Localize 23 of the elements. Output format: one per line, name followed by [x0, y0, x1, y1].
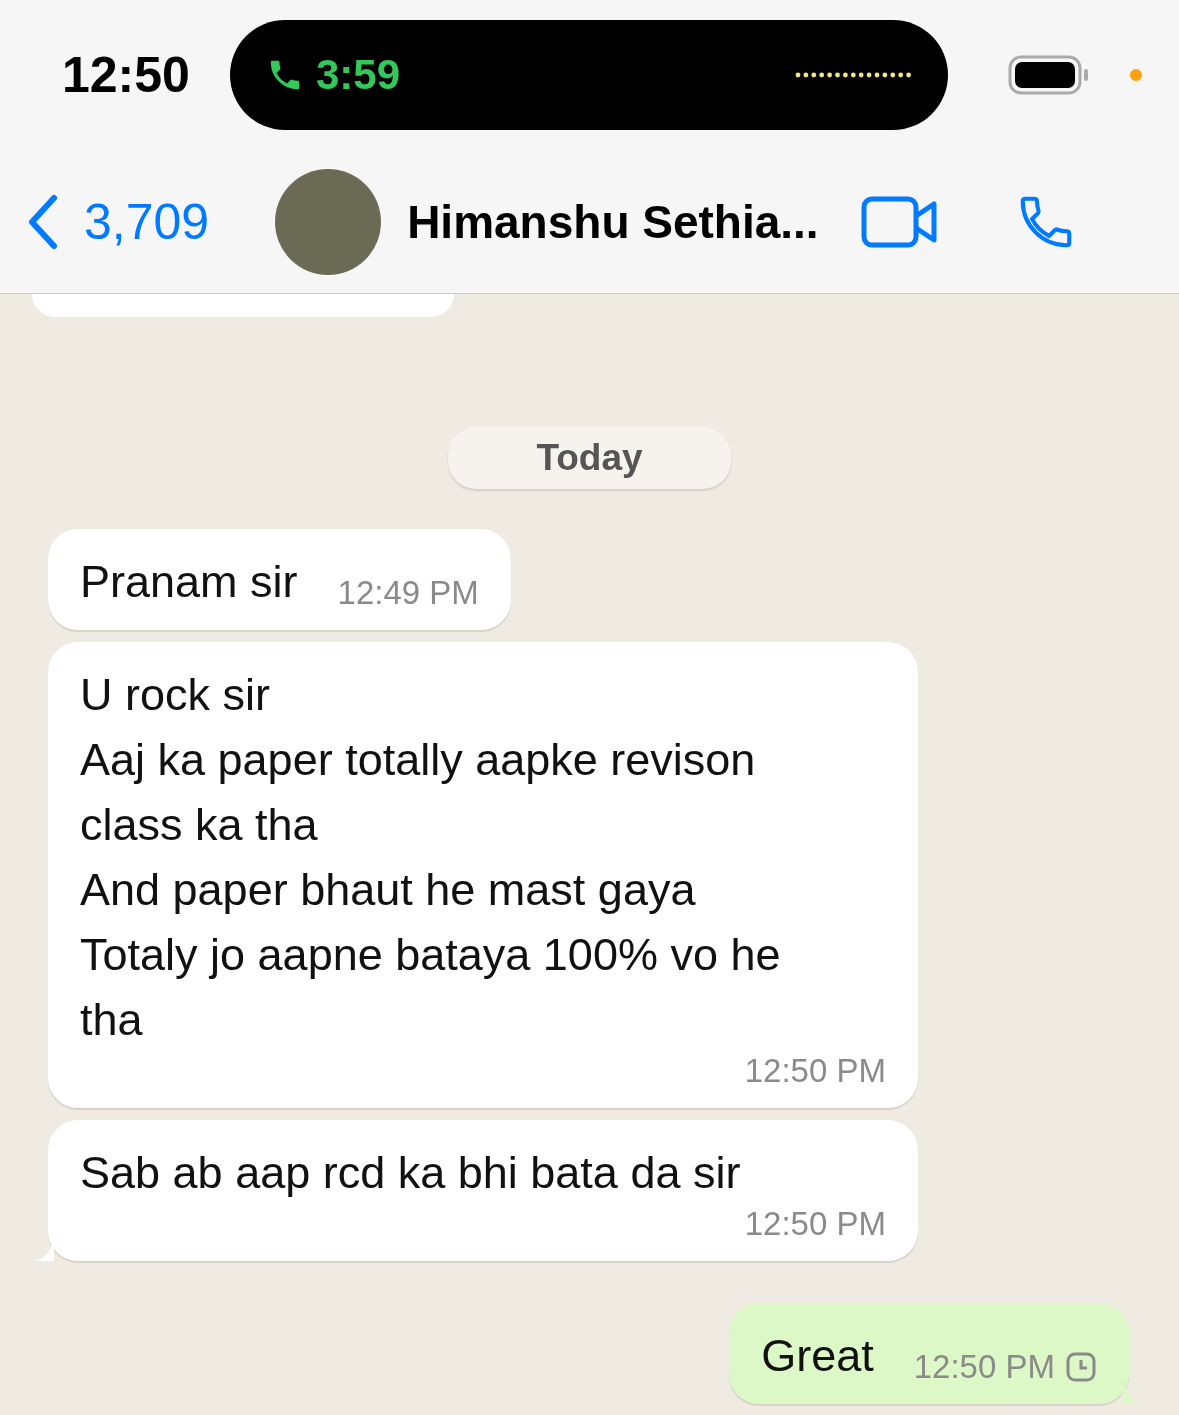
back-button[interactable]: 3,709 [26, 192, 210, 251]
call-island[interactable]: 3:59 [230, 20, 948, 130]
call-timer: 3:59 [316, 51, 401, 99]
back-chevron-icon [26, 193, 58, 250]
message-time: 12:50 PM [744, 1205, 886, 1243]
message-time: 12:50 PM [913, 1348, 1055, 1386]
message-time: 12:49 PM [337, 574, 479, 612]
message-text: Pranam sir [80, 555, 298, 609]
status-time: 12:50 [62, 46, 191, 104]
message-bubble[interactable]: U rock sir Aaj ka paper totally aapke revison class ka tha And paper bhaut he mast gaya Totaly jo aapne bataya 100% vo he tha 12:50 PM [48, 642, 918, 1108]
message-text: U rock sir Aaj ka paper totally aapke revison class ka tha And paper bhaut he mast gaya Totaly jo aapne bataya 100% vo he tha [80, 668, 781, 1047]
message-bubble[interactable]: Pranam sir 12:49 PM [48, 529, 511, 630]
mic-indicator-icon [1130, 69, 1142, 81]
message-text: Great [761, 1329, 874, 1383]
message-text: Sab ab aap rcd ka bhi bata da sir [80, 1146, 741, 1200]
message-bubble[interactable]: Sab ab aap rcd ka bhi bata da sir 12:50 PM [48, 1120, 918, 1261]
contact-name[interactable]: Himanshu Sethia... [407, 194, 819, 249]
audio-wave-icon [794, 71, 912, 79]
date-separator: Today [448, 427, 731, 489]
message-bubble[interactable]: Great 12:50 PM [729, 1303, 1129, 1404]
battery-icon [1008, 55, 1090, 95]
video-call-icon[interactable] [860, 195, 939, 248]
message-time: 12:50 PM [744, 1052, 886, 1090]
